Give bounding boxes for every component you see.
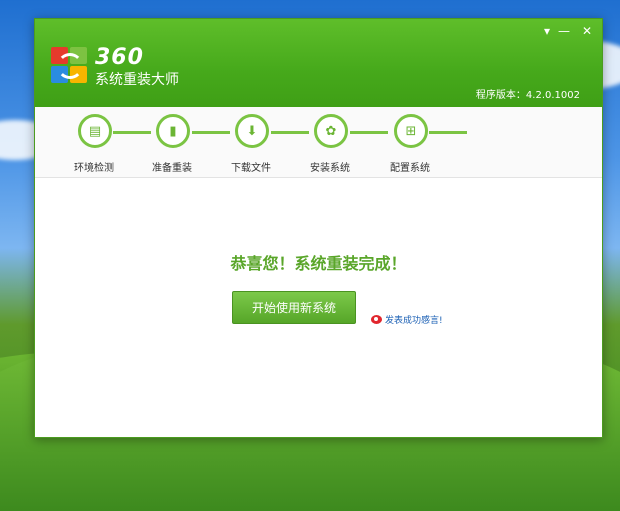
minimize-icon[interactable]: — (558, 25, 570, 37)
start-new-system-button[interactable]: 开始使用新系统 (232, 291, 356, 324)
step-connector (271, 131, 309, 134)
step-2-circle: ▮ (156, 114, 190, 148)
step-3-circle: ⬇ (235, 114, 269, 148)
checklist-icon: ▤ (88, 123, 102, 139)
step-connector (350, 131, 388, 134)
step-connector (113, 131, 151, 134)
document-icon: ▮ (169, 123, 177, 139)
share-link[interactable]: 发表成功感言! (371, 313, 443, 326)
step-label: 配置系统 (390, 163, 430, 174)
step-label: 环境检测 (74, 163, 114, 174)
step-label: 下载文件 (231, 163, 271, 174)
brand-number: 360 (95, 45, 144, 70)
menu-icon[interactable]: ▾ (544, 25, 550, 37)
main-content: 恭喜您！系统重装完成！ 开始使用新系统 发表成功感言! (35, 178, 602, 437)
download-icon: ⬇ (246, 123, 258, 139)
brand-name: 系统重装大师 (95, 72, 179, 88)
step-4-circle: ✿ (314, 114, 348, 148)
share-link-label[interactable]: 发表成功感言! (385, 313, 443, 326)
weibo-icon (371, 315, 382, 324)
step-label: 准备重装 (152, 163, 192, 174)
step-5-circle: ⊞ (394, 114, 428, 148)
installer-window: 360 系统重装大师 ▾ — ✕ 程序版本：4.2.0.1002 ▤ ▮ ⬇ ✿… (34, 18, 603, 438)
logo-icon (51, 47, 87, 83)
header-bar: 360 系统重装大师 ▾ — ✕ 程序版本：4.2.0.1002 (35, 19, 602, 107)
close-icon[interactable]: ✕ (582, 25, 592, 37)
install-icon: ✿ (325, 123, 337, 139)
windows-icon: ⊞ (405, 123, 417, 139)
step-connector (192, 131, 230, 134)
success-message: 恭喜您！系统重装完成！ (230, 254, 407, 273)
step-1-circle: ▤ (78, 114, 112, 148)
step-label: 安装系统 (310, 163, 350, 174)
version-label: 程序版本：4.2.0.1002 (475, 90, 580, 101)
progress-steps: ▤ ▮ ⬇ ✿ ⊞ 环境检测 准备重装 下载文件 安装系统 配置系统 (35, 107, 602, 178)
step-connector (429, 131, 467, 134)
